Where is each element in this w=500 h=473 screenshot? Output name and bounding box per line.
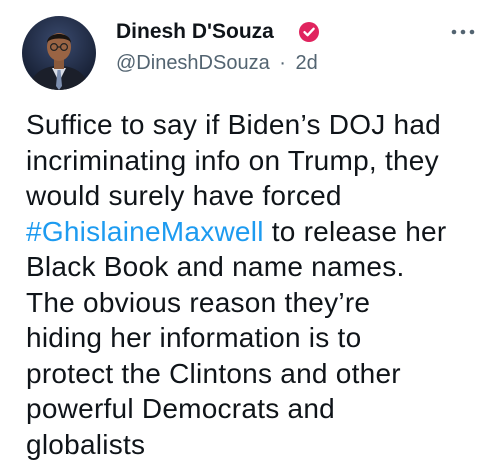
tweet-card: Dinesh D'Souza @DineshDSouza · 2d Suffic… xyxy=(0,0,500,473)
tweet-line: The obvious reason they’re xyxy=(26,286,371,318)
user-handle[interactable]: @DineshDSouza xyxy=(116,52,270,74)
hashtag-link[interactable]: #GhislaineMaxwell xyxy=(26,216,264,247)
display-name[interactable]: Dinesh D'Souza xyxy=(116,20,274,44)
handle-line: @DineshDSouza · 2d xyxy=(116,52,318,75)
separator-dot: · xyxy=(279,52,286,74)
tweet-line: Black Book and name names. xyxy=(26,251,405,282)
tweet-line: globalists xyxy=(26,428,146,460)
tweet-line: #GhislaineMaxwell to release her xyxy=(26,214,486,250)
tweet-line: incriminating info on Trump, they xyxy=(26,144,439,176)
tweet-line: protect the Clintons and other xyxy=(26,357,401,389)
profile-photo-icon xyxy=(22,16,96,90)
avatar[interactable] xyxy=(22,16,96,90)
tweet-text: Suffice to say if Biden’s DOJ had incrim… xyxy=(26,107,486,462)
tweet-line: powerful Democrats and xyxy=(26,393,335,424)
tweet-line: Suffice to say if Biden’s DOJ had xyxy=(26,109,441,140)
more-options-icon[interactable] xyxy=(446,18,480,46)
tweet-line: hiding her information is to xyxy=(26,322,362,353)
tweet-line: would surely have forced xyxy=(26,180,342,211)
tweet-line-text: to release her xyxy=(263,215,447,247)
timestamp[interactable]: 2d xyxy=(296,52,318,74)
verified-badge-icon xyxy=(299,22,319,42)
